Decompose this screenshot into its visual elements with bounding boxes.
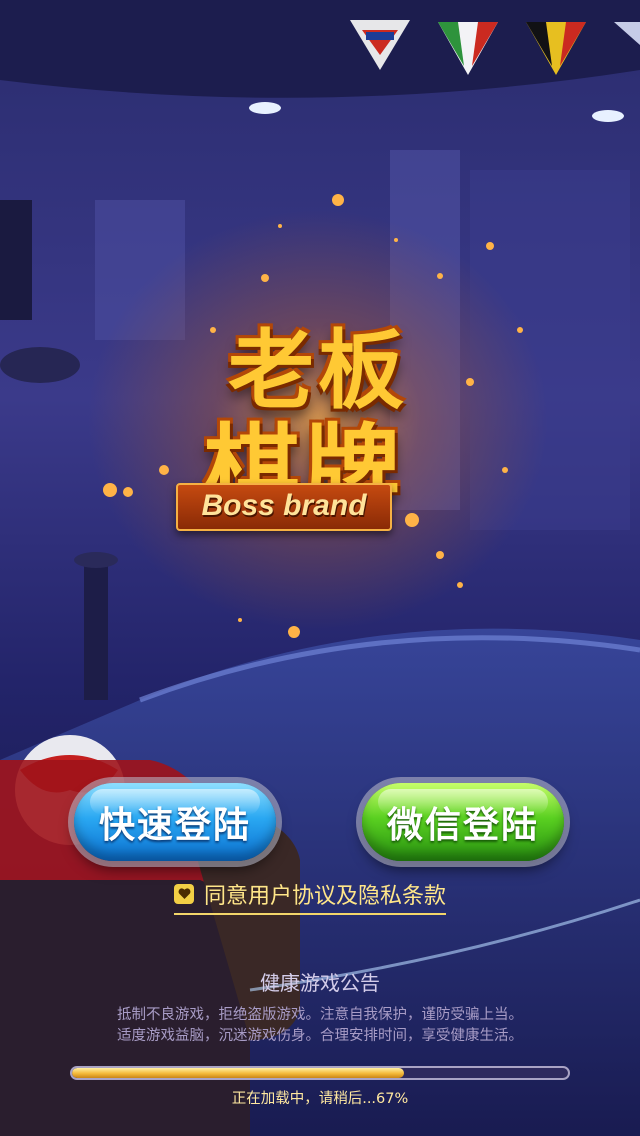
agreement-checkbox[interactable]: [174, 884, 194, 904]
wechat-login-label: 微信登陆: [386, 805, 539, 846]
loading-status-text: 正在加载中，请稍后...67%: [231, 1091, 409, 1107]
heart-icon: [178, 888, 190, 899]
agreement-link[interactable]: 同意用户协议及隐私条款: [204, 878, 446, 910]
health-notice-line1: 抵制不良游戏，拒绝盗版游戏。注意自我保护，谨防受骗上当。: [117, 1007, 523, 1023]
wechat-login-button[interactable]: 微信登陆: [362, 783, 564, 861]
loading-progress-bar: [70, 1066, 570, 1080]
quick-login-button[interactable]: 快速登陆: [74, 783, 276, 861]
health-notice-line2: 适度游戏益脑，沉迷游戏伤身。合理安排时间，享受健康生活。: [117, 1028, 523, 1044]
logo-subtitle-banner: Boss brand: [176, 483, 392, 531]
agreement-toggle[interactable]: 同意用户协议及隐私条款: [174, 877, 447, 915]
loading-progress-fill: [72, 1068, 405, 1078]
background-scene: [0, 0, 640, 1136]
logo-subtitle: Boss brand: [201, 489, 367, 522]
game-logo: 老板 棋牌 Boss brand: [160, 290, 480, 540]
quick-login-label: 快速登陆: [98, 805, 251, 846]
health-notice-title: 健康游戏公告: [260, 971, 380, 995]
